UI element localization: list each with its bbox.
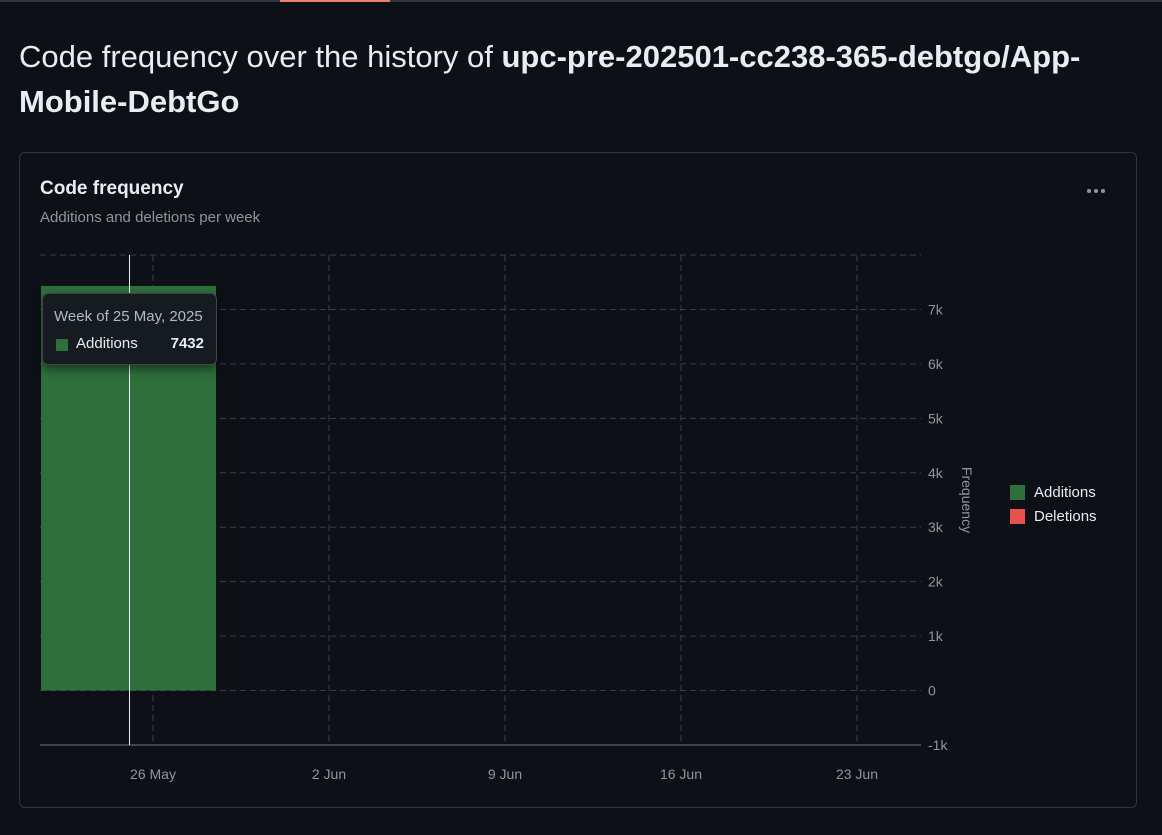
- y-tick-label: 1k: [928, 628, 944, 644]
- tooltip-value: 7432: [170, 335, 204, 352]
- y-tick-label: 3k: [928, 519, 944, 535]
- y-tick-label: 4k: [928, 465, 944, 481]
- x-tick-label: 16 Jun: [660, 766, 702, 782]
- legend-label-additions: Additions: [1034, 484, 1096, 501]
- y-tick-label: -1k: [928, 737, 948, 753]
- x-tick-label: 23 Jun: [836, 766, 878, 782]
- tooltip-series-name: Additions: [76, 335, 138, 352]
- x-tick-label: 2 Jun: [312, 766, 346, 782]
- chart-tooltip: Week of 25 May, 2025 Additions 7432: [42, 293, 217, 365]
- x-tick-label: 9 Jun: [488, 766, 522, 782]
- y-tick-label: 2k: [928, 574, 944, 590]
- y-tick-label: 6k: [928, 356, 944, 372]
- code-frequency-chart[interactable]: -1k 0 1k 2k 3k 4k 5k 6k 7k 26 May 2 Jun 9 Jun 16 Jun…: [0, 0, 1162, 835]
- y-tick-label: 7k: [928, 301, 944, 317]
- x-tick-label: 26 May: [130, 766, 176, 782]
- legend-swatch-deletions: [1010, 509, 1025, 524]
- tooltip-swatch: [56, 339, 68, 351]
- y-axis-label: Frequency: [959, 467, 975, 533]
- tooltip-title: Week of 25 May, 2025: [54, 308, 203, 325]
- y-tick-label: 5k: [928, 410, 944, 426]
- legend-label-deletions: Deletions: [1034, 508, 1097, 525]
- legend-swatch-additions: [1010, 485, 1025, 500]
- y-tick-label: 0: [928, 683, 936, 699]
